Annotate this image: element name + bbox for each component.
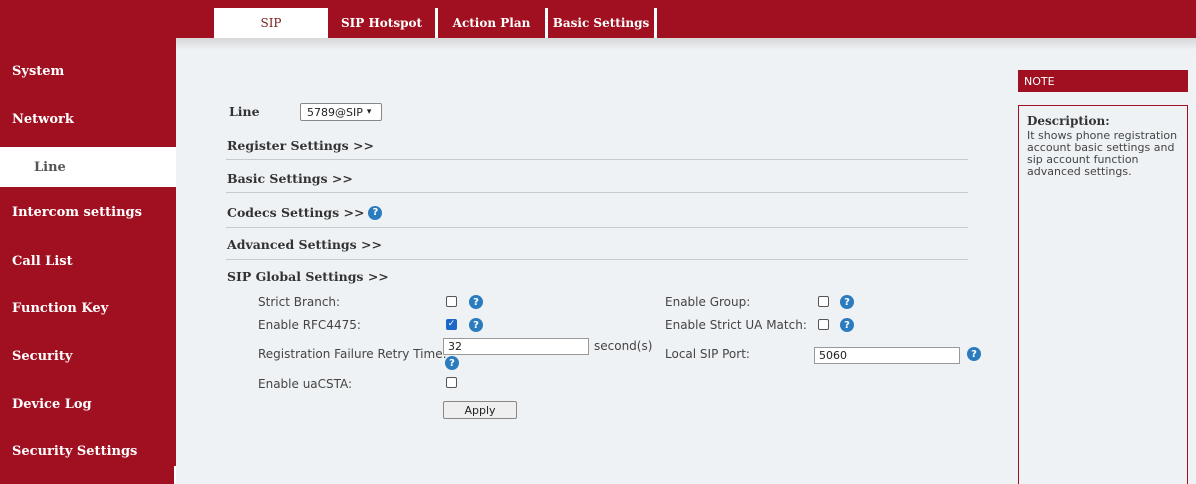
divider [226, 159, 968, 160]
sidebar-item-security-settings[interactable]: Security Settings [0, 432, 176, 470]
retry-time-input[interactable]: 32 [443, 338, 589, 355]
sidebar-item-intercom-settings[interactable]: Intercom settings [0, 193, 176, 231]
sidebar-item-system[interactable]: System [0, 52, 176, 90]
help-icon[interactable]: ? [967, 347, 981, 361]
apply-button[interactable]: Apply [443, 401, 517, 419]
enable-group-label: Enable Group: [665, 295, 751, 309]
tab-action-plan[interactable]: Action Plan [435, 8, 548, 38]
enable-rfc4475-label: Enable RFC4475: [258, 318, 361, 332]
advanced-settings-link[interactable]: Advanced Settings >> [227, 237, 382, 252]
help-icon[interactable]: ? [469, 295, 483, 309]
line-select[interactable]: 5789@SIP ▾ [300, 103, 382, 121]
codecs-settings-link[interactable]: Codecs Settings >> [227, 205, 364, 220]
enable-uacsta-label: Enable uaCSTA: [258, 377, 353, 391]
sidebar-item-network[interactable]: Network [0, 100, 176, 138]
enable-uacsta-checkbox[interactable] [446, 377, 457, 388]
chevron-down-icon: ▾ [366, 107, 372, 117]
help-icon[interactable]: ? [469, 318, 483, 332]
note-header: NOTE [1018, 70, 1188, 92]
register-settings-link[interactable]: Register Settings >> [227, 138, 374, 153]
sidebar-item-function-key[interactable]: Function Key [0, 289, 176, 327]
top-bar-shadow [176, 38, 1196, 50]
note-panel: Description: It shows phone registration… [1018, 105, 1188, 484]
retry-time-unit: second(s) [594, 339, 653, 353]
strict-ua-match-checkbox[interactable] [818, 319, 829, 330]
strict-branch-label: Strict Branch: [258, 295, 341, 309]
tab-bar: SIP SIP Hotspot Action Plan Basic Settin… [214, 8, 657, 38]
retry-time-label: Registration Failure Retry Time: [258, 347, 447, 361]
sidebar-item-call-list[interactable]: Call List [0, 242, 176, 280]
note-description: It shows phone registration account basi… [1027, 129, 1178, 178]
divider [226, 227, 968, 228]
strict-ua-match-label: Enable Strict UA Match: [665, 318, 807, 332]
codecs-settings-row: Codecs Settings >> ? [227, 205, 383, 220]
divider [226, 192, 968, 193]
help-icon[interactable]: ? [368, 205, 383, 220]
sidebar-item-line[interactable]: Line [0, 147, 176, 187]
help-icon[interactable]: ? [840, 318, 854, 332]
line-select-value: 5789@SIP [307, 105, 363, 119]
sidebar-item-device-log[interactable]: Device Log [0, 385, 176, 423]
enable-rfc4475-checkbox[interactable]: ✓ [446, 319, 457, 330]
divider [226, 259, 968, 260]
help-icon[interactable]: ? [840, 295, 854, 309]
tab-sip[interactable]: SIP [214, 8, 328, 38]
note-title: Description: [1027, 114, 1110, 128]
help-icon[interactable]: ? [445, 356, 459, 370]
line-label: Line [229, 104, 260, 119]
sidebar-item-security[interactable]: Security [0, 337, 176, 375]
sip-global-settings-link[interactable]: SIP Global Settings >> [227, 269, 389, 284]
local-sip-port-label: Local SIP Port: [665, 347, 750, 361]
basic-settings-link[interactable]: Basic Settings >> [227, 171, 353, 186]
sidebar-bottom-strip [0, 466, 174, 484]
strict-branch-checkbox[interactable] [446, 296, 457, 307]
enable-group-checkbox[interactable] [818, 296, 829, 307]
tab-basic-settings[interactable]: Basic Settings [545, 8, 657, 38]
tab-sip-hotspot[interactable]: SIP Hotspot [325, 8, 438, 38]
local-sip-port-input[interactable]: 5060 [814, 347, 960, 364]
